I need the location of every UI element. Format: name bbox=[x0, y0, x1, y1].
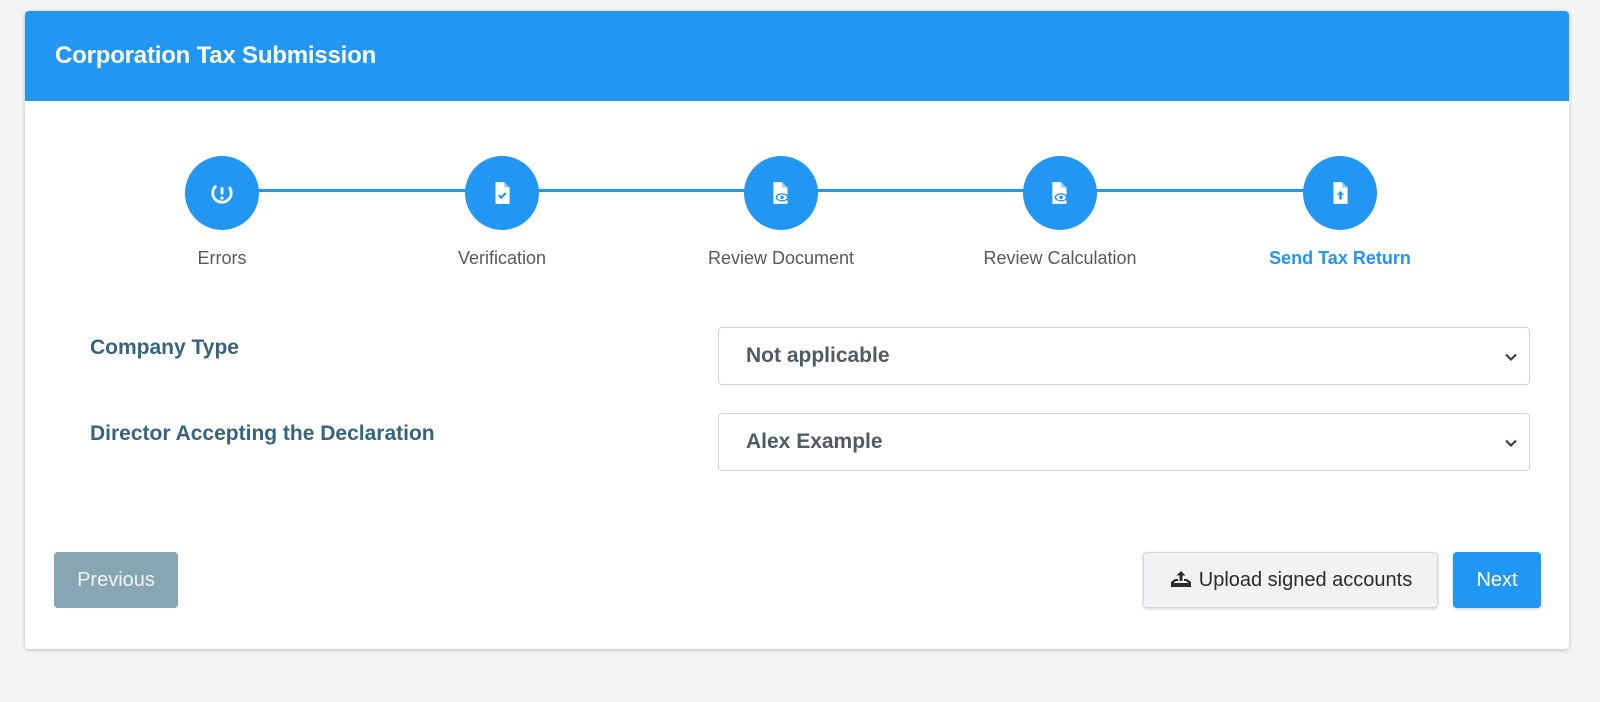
director-label: Director Accepting the Declaration bbox=[90, 422, 435, 445]
page-title: Corporation Tax Submission bbox=[55, 42, 377, 69]
step-circle bbox=[465, 156, 539, 230]
chevron-down-icon bbox=[1505, 353, 1517, 362]
director-value: Alex Example bbox=[746, 430, 883, 453]
tax-submission-card: Corporation Tax Submission Errors Verifi… bbox=[25, 11, 1569, 649]
step-label: Errors bbox=[197, 248, 247, 268]
upload-tray-icon bbox=[1170, 571, 1191, 587]
step-verification[interactable]: Verification bbox=[382, 156, 622, 269]
company-type-select[interactable]: Not applicable bbox=[718, 327, 1530, 385]
upload-signed-accounts-button[interactable]: Upload signed accounts bbox=[1143, 552, 1438, 608]
step-errors[interactable]: Errors bbox=[102, 156, 342, 269]
step-circle bbox=[185, 156, 259, 230]
step-label: Send Tax Return bbox=[1269, 248, 1411, 268]
company-type-label: Company Type bbox=[90, 336, 239, 359]
step-send-tax-return[interactable]: Send Tax Return bbox=[1220, 156, 1460, 269]
next-button[interactable]: Next bbox=[1453, 552, 1541, 608]
step-circle bbox=[744, 156, 818, 230]
file-eye-icon bbox=[1052, 182, 1068, 204]
director-select[interactable]: Alex Example bbox=[718, 413, 1530, 471]
file-eye-icon bbox=[773, 182, 789, 204]
step-review-document[interactable]: Review Document bbox=[661, 156, 901, 269]
stepper: Errors Verification Review Document Revi… bbox=[25, 101, 1569, 291]
file-check-icon bbox=[495, 182, 510, 204]
step-circle bbox=[1023, 156, 1097, 230]
step-circle bbox=[1303, 156, 1377, 230]
error-clock-icon bbox=[211, 182, 233, 204]
step-label: Review Calculation bbox=[983, 248, 1137, 268]
director-row: Director Accepting the Declaration Alex … bbox=[90, 413, 1530, 471]
company-type-row: Company Type Not applicable bbox=[90, 327, 1530, 385]
card-header: Corporation Tax Submission bbox=[25, 11, 1569, 101]
company-type-value: Not applicable bbox=[746, 344, 890, 367]
step-review-calculation[interactable]: Review Calculation bbox=[940, 156, 1180, 269]
upload-button-label: Upload signed accounts bbox=[1198, 568, 1413, 591]
previous-button[interactable]: Previous bbox=[54, 552, 178, 608]
chevron-down-icon bbox=[1505, 439, 1517, 448]
step-label: Review Document bbox=[707, 248, 855, 268]
step-label: Verification bbox=[457, 248, 547, 268]
file-upload-icon bbox=[1333, 182, 1348, 204]
